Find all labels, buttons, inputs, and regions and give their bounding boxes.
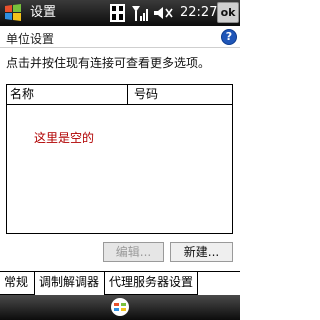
connection-list[interactable]: 名称 号码 这里是空的 [6,84,233,234]
volume-icon [154,7,173,19]
tab-proxy-settings[interactable]: 代理服务器设置 [105,272,198,295]
windows-start-icon[interactable] [2,2,24,24]
tab-modem[interactable]: 调制解调器 [35,272,105,295]
column-header-number[interactable]: 号码 [131,85,158,104]
instruction-text: 点击并按住现有连接可查看更多选项。 [6,56,211,70]
help-icon[interactable]: ? [221,29,237,45]
section-header: 单位设置 ? [0,26,240,48]
connectivity-icon [110,4,125,22]
new-button[interactable]: 新建... [170,242,233,262]
empty-list-message: 这里是空的 [34,131,95,145]
title-bar: 设置 22:27 ok [0,0,240,26]
status-icons [108,3,178,23]
clock: 22:27 [180,5,218,20]
tab-bar: 常规 调制解调器 代理服务器设置 [0,271,240,295]
list-header: 名称 号码 [7,85,232,105]
section-title: 单位设置 [6,32,55,46]
column-header-name[interactable]: 名称 [7,85,128,104]
signal-icon [132,6,148,21]
ok-button[interactable]: ok [217,2,239,23]
tab-general[interactable]: 常规 [0,272,35,295]
sip-keyboard-icon[interactable] [110,297,130,317]
window-title: 设置 [30,5,57,20]
edit-button[interactable]: 编辑... [103,242,164,262]
bottom-bar [0,295,240,320]
